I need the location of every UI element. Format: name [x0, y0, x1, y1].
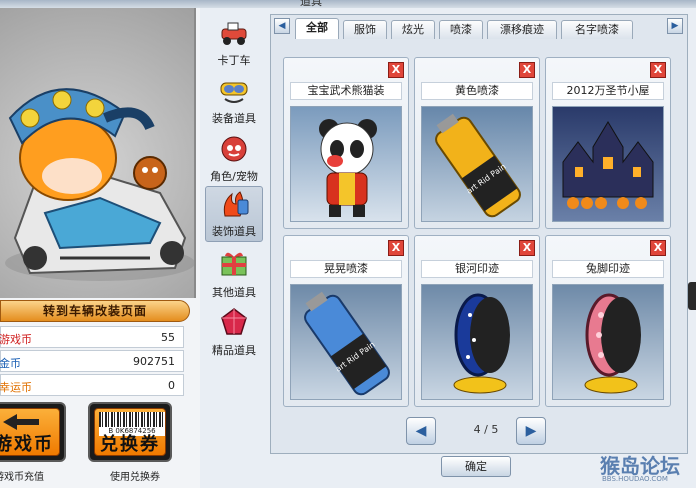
arrow-left-icon	[3, 414, 39, 430]
watermark-url: BBS.HOUDAO.COM	[602, 475, 668, 483]
item-name: 兔脚印迹	[552, 260, 664, 278]
item-card[interactable]: X 兔脚印迹	[545, 235, 671, 407]
category-other[interactable]: 其他道具	[205, 246, 263, 302]
item-image: art Rid Pain	[421, 106, 533, 222]
remove-item-button[interactable]: X	[519, 240, 535, 256]
voucher-button[interactable]: B 0K6874256 兑换券	[88, 402, 172, 462]
item-card[interactable]: X 黄色喷漆 art Rid Pain	[414, 57, 540, 229]
item-card[interactable]: X 晃晃喷漆 art Rid Pain	[283, 235, 409, 407]
recharge-caption: 游戏币充值	[0, 472, 44, 483]
character-icon	[221, 136, 247, 162]
category-label: 精品道具	[212, 344, 256, 357]
pagination: ◀ 4 / 5 ▶	[406, 417, 566, 447]
item-image: art Rid Pain	[290, 284, 402, 400]
galaxy-tire-icon	[453, 293, 510, 394]
game-coin-value: 55	[161, 331, 175, 344]
voucher-caption: 使用兑换券	[110, 472, 160, 483]
tab-scroll-left-button[interactable]: ◀	[274, 18, 290, 34]
decoration-icon	[223, 191, 249, 217]
rabbit-tire-icon	[584, 293, 641, 394]
item-name: 银河印迹	[421, 260, 533, 278]
category-character[interactable]: 角色/宠物	[205, 130, 263, 186]
remove-item-button[interactable]: X	[519, 62, 535, 78]
category-decoration[interactable]: 装饰道具	[205, 186, 263, 242]
gift-box-icon	[221, 252, 247, 276]
tab-glow[interactable]: 炫光	[391, 20, 435, 39]
category-premium[interactable]: 精品道具	[205, 304, 263, 360]
gold-coin-value: 902751	[133, 355, 175, 368]
goggles-icon	[220, 82, 248, 103]
panda-costume-icon	[319, 119, 377, 217]
item-name: 2012万圣节小屋	[552, 82, 664, 100]
halloween-house-icon	[562, 121, 654, 209]
lucky-coin-row: 幸运币 0	[0, 374, 184, 396]
next-page-button[interactable]: ▶	[516, 417, 546, 445]
watermark: 猴岛论坛 BBS.HOUDAO.COM	[600, 450, 696, 488]
game-coin-row: 游戏币 55	[0, 326, 184, 348]
remove-item-button[interactable]: X	[388, 62, 404, 78]
confirm-button[interactable]: 确定	[441, 456, 511, 477]
convert-kart-button[interactable]: 转到车辆改装页面	[0, 300, 190, 322]
prev-page-button[interactable]: ◀	[406, 417, 436, 445]
character-kart-image	[5, 88, 195, 281]
item-card[interactable]: X 2012万圣节小屋	[545, 57, 671, 229]
category-label: 角色/宠物	[210, 170, 258, 183]
tab-all[interactable]: 全部	[295, 18, 339, 39]
item-panel: ◀ 全部 服饰 炫光 喷漆 漂移痕迹 名字喷漆 ▶ X 宝宝武术熊猫装 X 黄色…	[270, 14, 688, 454]
item-name: 晃晃喷漆	[290, 260, 402, 278]
item-name: 宝宝武术熊猫装	[290, 82, 402, 100]
lucky-coin-value: 0	[168, 379, 175, 392]
character-preview	[0, 8, 196, 298]
item-image	[552, 106, 664, 222]
tab-name-paint[interactable]: 名字喷漆	[561, 20, 633, 39]
gold-coin-row: 金币 902751	[0, 350, 184, 372]
gold-coin-label: 金币	[0, 357, 21, 370]
game-coin-label: 游戏币	[0, 333, 32, 346]
voucher-button-label: 兑换券	[100, 434, 160, 455]
page-indicator: 4 / 5	[473, 423, 499, 436]
remove-item-button[interactable]: X	[388, 240, 404, 256]
tab-bar: ◀ 全部 服饰 炫光 喷漆 漂移痕迹 名字喷漆 ▶	[271, 15, 689, 39]
window-title: 道具	[300, 0, 322, 8]
recharge-button[interactable]: 游戏币	[0, 402, 66, 462]
remove-item-button[interactable]: X	[650, 240, 666, 256]
item-card[interactable]: X 宝宝武术熊猫装	[283, 57, 409, 229]
side-handle[interactable]	[688, 282, 696, 310]
blue-spray-can-icon: art Rid Pain	[304, 291, 390, 396]
tab-clothing[interactable]: 服饰	[343, 20, 387, 39]
tab-drift-marks[interactable]: 漂移痕迹	[487, 20, 557, 39]
item-image	[421, 284, 533, 400]
category-label: 其他道具	[212, 286, 256, 299]
kart-icon	[221, 22, 247, 45]
item-card[interactable]: X 银河印迹	[414, 235, 540, 407]
character-panel: 转到车辆改装页面 游戏币 55 金币 902751 幸运币 0 游戏币 游戏币充…	[0, 8, 200, 488]
category-kart[interactable]: 卡丁车	[205, 14, 263, 70]
item-name: 黄色喷漆	[421, 82, 533, 100]
gem-icon	[221, 308, 247, 335]
yellow-spray-can-icon: art Rid Pain	[435, 113, 521, 218]
tab-scroll-right-button[interactable]: ▶	[667, 18, 683, 34]
category-label: 装饰道具	[212, 225, 256, 238]
category-label: 装备道具	[212, 112, 256, 125]
window-title-bar: 道具	[0, 0, 696, 8]
remove-item-button[interactable]: X	[650, 62, 666, 78]
item-image	[290, 106, 402, 222]
category-equipment[interactable]: 装备道具	[205, 72, 263, 128]
recharge-button-label: 游戏币	[0, 434, 54, 455]
lucky-coin-label: 幸运币	[0, 381, 32, 394]
category-label: 卡丁车	[217, 54, 251, 67]
item-image	[552, 284, 664, 400]
tab-paint[interactable]: 喷漆	[439, 20, 483, 39]
